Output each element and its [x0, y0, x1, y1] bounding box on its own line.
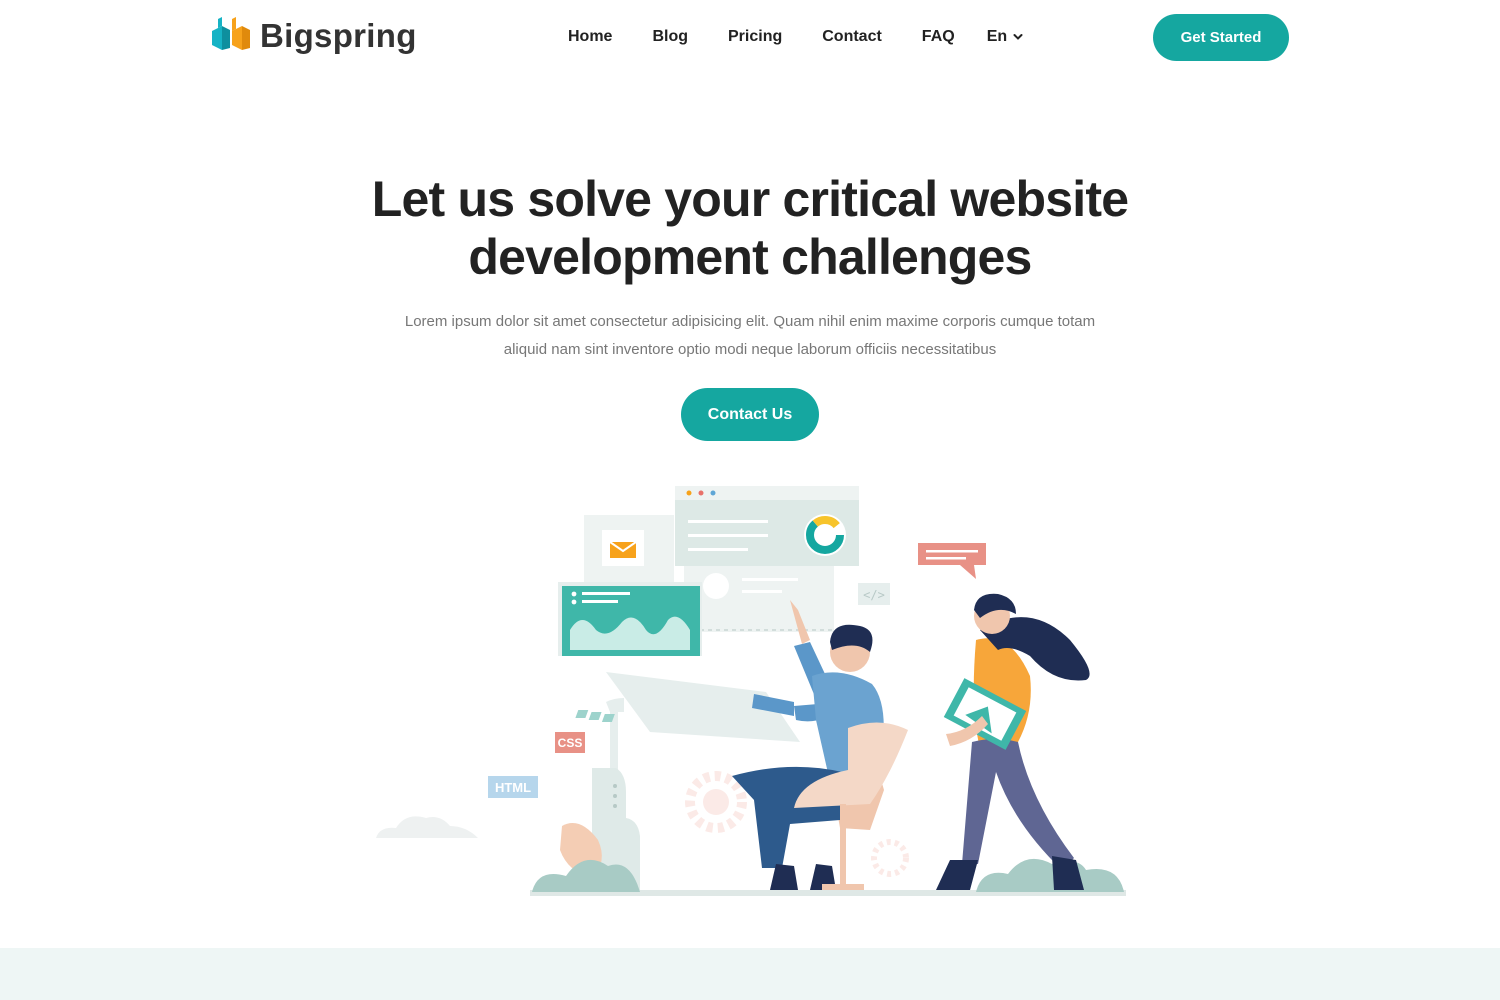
brand-name: Bigspring — [260, 16, 417, 54]
plant-right — [976, 858, 1124, 892]
chevron-down-icon — [1013, 34, 1023, 40]
profile-card — [684, 566, 834, 632]
html-tag: HTML — [488, 776, 538, 798]
logo-icon — [212, 17, 250, 50]
nav-link-contact[interactable]: Contact — [822, 28, 882, 46]
small-gear-icon — [871, 839, 909, 877]
brand-logo[interactable]: Bigspring — [210, 17, 417, 53]
woman-figure — [936, 593, 1090, 890]
hero-title: Let us solve your critical website devel… — [371, 171, 1129, 285]
mail-icon — [602, 530, 644, 566]
code-tag: </> — [858, 583, 890, 605]
browser-window — [675, 486, 859, 566]
language-label: En — [986, 28, 1008, 45]
css-tag: CSS — [555, 732, 585, 753]
nav-link-pricing[interactable]: Pricing — [728, 28, 782, 46]
nav-link-home[interactable]: Home — [568, 28, 612, 46]
nav-link-blog[interactable]: Blog — [652, 28, 688, 46]
analytics-card — [558, 582, 702, 656]
main-nav: Home Blog Pricing Contact FAQ En — [568, 28, 1023, 46]
html-tag-label: HTML — [495, 780, 531, 795]
get-started-button[interactable]: Get Started — [1153, 14, 1289, 61]
cloud-icon — [376, 816, 478, 838]
gear-icon — [685, 771, 747, 833]
hero-section: Let us solve your critical website devel… — [0, 170, 1500, 441]
css-tag-label: CSS — [558, 736, 583, 750]
language-selector[interactable]: En — [987, 28, 1023, 46]
code-tag-label: </> — [863, 588, 885, 602]
speech-bubble-icon — [918, 543, 986, 579]
hero-illustration: </> CSS HTML — [376, 486, 1126, 896]
navbar: Bigspring Home Blog Pricing Contact FAQ … — [0, 0, 1500, 76]
next-section-band — [0, 948, 1500, 1000]
hero-subtitle: Lorem ipsum dolor sit amet consectetur a… — [404, 313, 1096, 358]
contact-us-button[interactable]: Contact Us — [681, 388, 819, 441]
nav-link-faq[interactable]: FAQ — [922, 28, 955, 46]
